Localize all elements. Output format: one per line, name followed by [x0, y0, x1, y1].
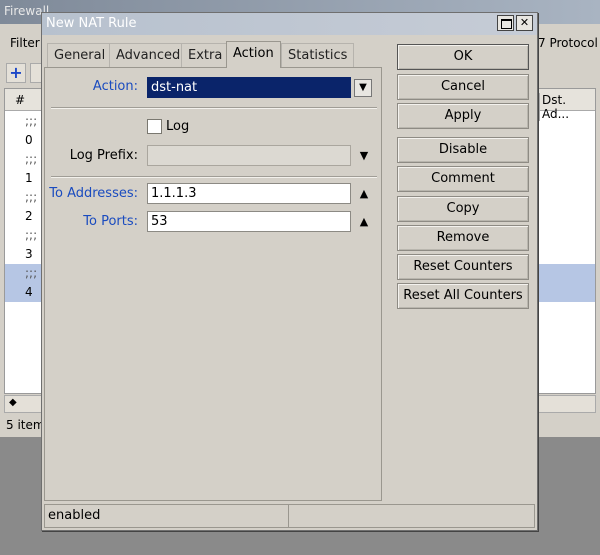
tab-filter-rules[interactable]: Filter [10, 36, 40, 50]
collapse-up-icon[interactable]: ▲ [356, 187, 372, 200]
scroll-left-icon[interactable]: ◆ [9, 397, 17, 408]
dialog-title: New NAT Rule [46, 16, 137, 31]
action-label: Action: [92, 79, 138, 94]
tab-statistics[interactable]: Statistics [281, 43, 355, 67]
firewall-status: 5 item [6, 418, 45, 432]
reset-all-counters-button[interactable]: Reset All Counters [397, 283, 529, 309]
rule-status: enabled [45, 505, 289, 527]
disable-button[interactable]: Disable [397, 137, 529, 163]
log-prefix-field[interactable] [147, 145, 351, 166]
copy-button[interactable]: Copy [397, 196, 529, 222]
to-addresses-field[interactable]: 1.1.1.3 [147, 183, 351, 204]
log-label: Log [166, 119, 190, 134]
separator [51, 107, 377, 109]
dialog-tabs: General Advanced Extra Action Statistics [47, 41, 387, 68]
tab-advanced[interactable]: Advanced [109, 43, 188, 67]
action-select[interactable]: dst-nat [147, 77, 351, 98]
to-ports-label: To Ports: [83, 214, 138, 229]
to-ports-field[interactable]: 53 [147, 211, 351, 232]
reset-counters-button[interactable]: Reset Counters [397, 254, 529, 280]
action-panel: Action: dst-nat ▼ Log Log Prefix: ▼ To A… [44, 67, 382, 501]
new-nat-rule-dialog: New NAT Rule ✕ General Advanced Extra Ac… [41, 12, 538, 531]
dialog-titlebar[interactable]: New NAT Rule ✕ [42, 13, 537, 35]
cancel-button[interactable]: Cancel [397, 74, 529, 100]
tab-extra[interactable]: Extra [181, 43, 230, 67]
dropdown-arrow-icon[interactable]: ▼ [354, 79, 372, 97]
comment-button[interactable]: Comment [397, 166, 529, 192]
tab-action[interactable]: Action [226, 41, 281, 68]
separator [51, 176, 377, 178]
log-prefix-label: Log Prefix: [69, 148, 138, 163]
maximize-icon[interactable] [497, 15, 514, 31]
add-icon[interactable]: + [6, 63, 26, 83]
to-addresses-label: To Addresses: [49, 186, 138, 201]
chevron-down-icon[interactable]: ▼ [356, 149, 372, 162]
ok-button[interactable]: OK [397, 44, 529, 70]
tab-general[interactable]: General [47, 43, 113, 67]
collapse-up-icon[interactable]: ▲ [356, 215, 372, 228]
dialog-statusbar: enabled [44, 504, 535, 528]
remove-button[interactable]: Remove [397, 225, 529, 251]
log-checkbox[interactable] [147, 119, 162, 134]
apply-button[interactable]: Apply [397, 103, 529, 129]
close-icon[interactable]: ✕ [516, 15, 533, 31]
col-header-number[interactable]: # [15, 93, 25, 107]
tab-layer7-protocols[interactable]: 7 Protocol [538, 36, 598, 50]
